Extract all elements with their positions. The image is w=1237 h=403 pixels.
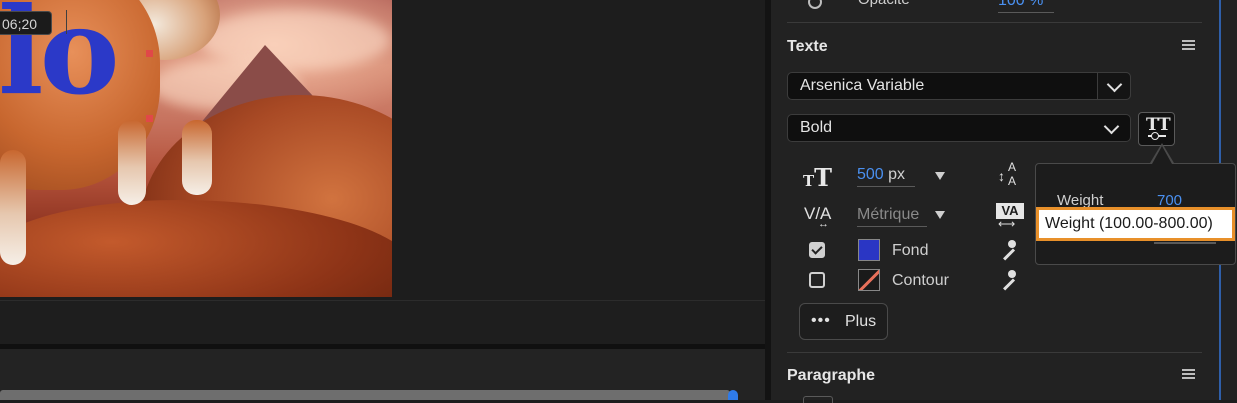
font-size-unit: px: [888, 166, 906, 183]
section-menu-icon[interactable]: [1182, 40, 1195, 50]
opacity-label: Opacité: [858, 0, 910, 8]
chevron-down-icon: [1106, 76, 1123, 93]
font-family-dropdown-button[interactable]: [1097, 72, 1131, 100]
timeline-scroll-track[interactable]: [0, 390, 730, 400]
section-separator: [787, 22, 1202, 23]
video-preview[interactable]: lo: [0, 0, 392, 297]
fill-checkbox[interactable]: [809, 242, 825, 258]
playback-bar: [0, 300, 765, 345]
more-options-label: Plus: [845, 313, 877, 330]
tracking-icon: VA ⟷: [996, 203, 1026, 231]
variable-font-button[interactable]: TT: [1138, 112, 1175, 146]
font-size-value: 500: [857, 166, 884, 183]
font-size-dropdown-arrow[interactable]: [935, 172, 945, 180]
font-size-field[interactable]: 500 px: [857, 164, 915, 187]
section-title-paragraph: Paragraphe: [787, 367, 876, 384]
font-size-icon: TT: [803, 163, 833, 192]
eyedropper-icon[interactable]: [998, 270, 1020, 292]
font-family-value: Arsenica Variable: [800, 77, 925, 94]
text-transform-handle[interactable]: [146, 115, 153, 122]
ellipsis-icon: •••: [811, 312, 831, 329]
leading-icon: ↕ A A: [998, 160, 1017, 188]
text-transform-handle[interactable]: [146, 50, 153, 57]
slider-knob-icon: [1151, 132, 1159, 140]
kerning-field[interactable]: Métrique: [857, 204, 927, 227]
toolbar-divider: [66, 10, 67, 34]
section-separator: [787, 352, 1202, 353]
opacity-value[interactable]: 100 %: [998, 0, 1054, 13]
kerning-dropdown-arrow[interactable]: [935, 211, 945, 219]
weight-slider[interactable]: [1154, 242, 1216, 244]
kerning-icon: V/A ↔: [804, 204, 832, 230]
variable-font-icon: TT: [1146, 115, 1171, 135]
chevron-down-icon: [1103, 118, 1120, 135]
font-style-dropdown[interactable]: Bold: [787, 114, 1131, 142]
fill-label: Fond: [892, 242, 929, 259]
fill-color-swatch[interactable]: [858, 239, 880, 261]
more-options-button[interactable]: ••• Plus: [799, 303, 888, 340]
stroke-label: Contour: [892, 272, 949, 289]
eyedropper-icon[interactable]: [998, 240, 1020, 262]
stroke-color-swatch[interactable]: [858, 269, 880, 291]
timeline-scroll-handle[interactable]: [728, 390, 738, 400]
font-family-dropdown[interactable]: Arsenica Variable: [787, 72, 1131, 100]
timecode-display[interactable]: 06;20: [0, 11, 52, 35]
weight-range-tooltip: Weight (100.00-800.00): [1036, 207, 1235, 241]
popup-pointer-fill: [1152, 146, 1172, 164]
section-menu-icon[interactable]: [1182, 369, 1195, 379]
section-title-text: Texte: [787, 38, 828, 55]
font-style-value: Bold: [800, 119, 833, 136]
stroke-checkbox[interactable]: [809, 272, 825, 288]
